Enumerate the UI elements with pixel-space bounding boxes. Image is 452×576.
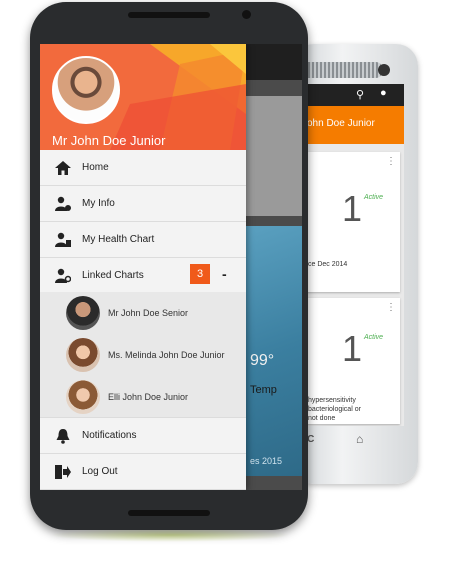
app-toolbar — [246, 44, 302, 80]
back-phone-camera — [378, 64, 390, 76]
front-speaker — [128, 510, 210, 516]
app-card — [246, 96, 302, 216]
home-icon[interactable]: ⌂ — [356, 432, 363, 446]
menu-item-log-out[interactable]: Log Out — [40, 454, 246, 490]
linked-chart-name: Elli John Doe Junior — [108, 392, 189, 402]
menu-label: Linked Charts — [82, 270, 144, 281]
temp-value: 99° — [250, 352, 275, 369]
health-chart-icon — [54, 231, 72, 249]
linked-chart-item[interactable]: Mr John Doe Senior — [40, 292, 246, 334]
card-status: Active — [364, 194, 384, 201]
user-info-icon — [54, 195, 72, 213]
menu-item-notifications[interactable]: Notifications — [40, 418, 246, 454]
menu-label: My Info — [82, 198, 115, 209]
back-phone-screen: ⚲ ● John Doe Junior ⋮ 1 Active ce Dec 20… — [296, 84, 404, 426]
card-count: 1 — [342, 188, 363, 229]
navigation-drawer: Mr John Doe Junior Home My Info My Healt… — [40, 44, 246, 490]
profile-avatar[interactable] — [52, 56, 120, 124]
bell-icon — [54, 427, 72, 445]
back-status-bar: ⚲ ● — [296, 84, 404, 106]
front-speaker — [128, 12, 210, 18]
menu-item-linked-charts[interactable]: Linked Charts — [40, 258, 246, 294]
card-status: Active — [364, 334, 384, 341]
year-label: es 2015 — [250, 456, 283, 466]
menu-label: Home — [82, 162, 109, 173]
card-count: 1 — [342, 328, 363, 369]
linked-charts-icon — [54, 267, 72, 285]
linked-chart-item[interactable]: Ms. Melinda John Doe Junior — [40, 334, 246, 376]
back-card-2[interactable]: ⋮ 1 Active hypersensitivity bacteriologi… — [302, 298, 400, 424]
back-app-title: John Doe Junior — [302, 118, 375, 129]
logout-icon — [54, 463, 72, 481]
search-icon[interactable]: ⚲ — [356, 88, 364, 101]
front-camera — [242, 10, 251, 19]
collapse-icon[interactable]: - — [222, 266, 227, 282]
front-phone-screen: 99° Temp es 2015 Mr John Doe Junior Home — [40, 44, 302, 490]
linked-chart-item[interactable]: Elli John Doe Junior — [40, 376, 246, 418]
back-card-1[interactable]: ⋮ 1 Active ce Dec 2014 — [302, 152, 400, 292]
menu-label: Log Out — [82, 466, 118, 477]
floor-shadow — [50, 528, 290, 542]
temp-label: Temp — [250, 384, 277, 396]
menu-item-my-health-chart[interactable]: My Health Chart — [40, 222, 246, 258]
linked-charts-count-badge: 3 — [190, 264, 210, 284]
back-toolbar: John Doe Junior — [296, 106, 404, 144]
menu-item-home[interactable]: Home — [40, 150, 246, 186]
menu-item-my-info[interactable]: My Info — [40, 186, 246, 222]
home-icon — [54, 159, 72, 177]
menu-label: My Health Chart — [82, 234, 155, 245]
bell-icon[interactable]: ● — [380, 87, 387, 99]
back-phone-speaker — [300, 62, 382, 78]
card-description: hypersensitivity bacteriological or not … — [308, 397, 361, 422]
more-vert-icon[interactable]: ⋮ — [386, 302, 396, 313]
avatar — [66, 380, 100, 414]
linked-chart-name: Ms. Melinda John Doe Junior — [108, 350, 225, 360]
profile-name: Mr John Doe Junior — [52, 133, 166, 148]
more-vert-icon[interactable]: ⋮ — [386, 156, 396, 167]
drawer-header: Mr John Doe Junior — [40, 44, 246, 150]
linked-chart-name: Mr John Doe Senior — [108, 308, 189, 318]
avatar — [66, 296, 100, 330]
app-map: 99° Temp es 2015 — [246, 226, 302, 476]
avatar — [66, 338, 100, 372]
menu-label: Notifications — [82, 430, 137, 441]
card-date: ce Dec 2014 — [308, 261, 348, 268]
